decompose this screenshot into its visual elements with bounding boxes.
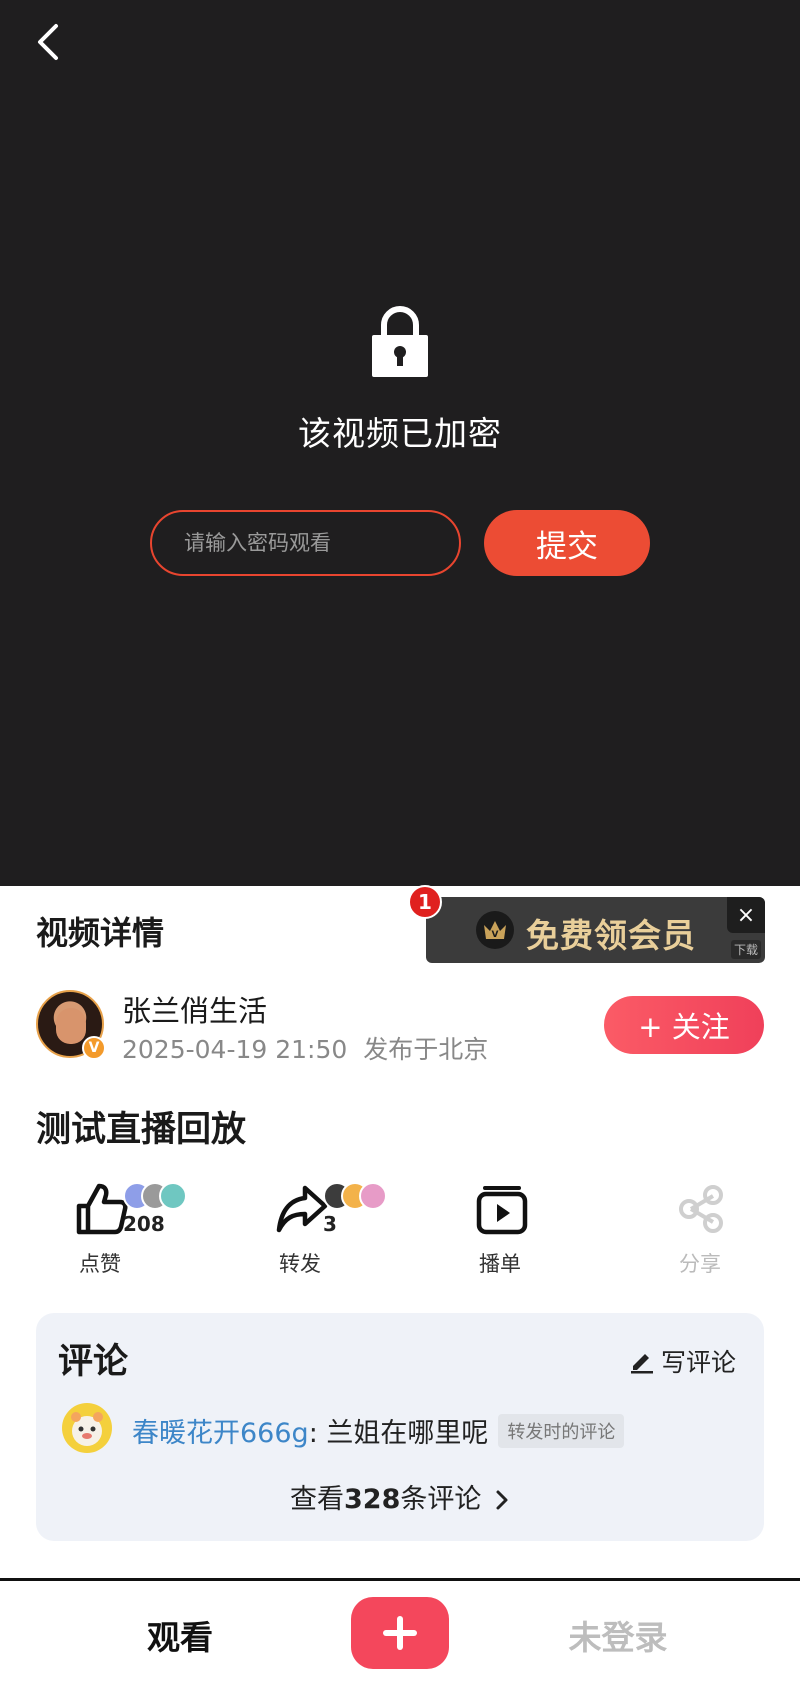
repost-label: 转发 bbox=[279, 1252, 321, 1276]
repost-button[interactable]: 3 转发 bbox=[245, 1182, 387, 1282]
follow-button[interactable]: + 关注 bbox=[604, 996, 764, 1054]
tab-login[interactable]: 未登录 bbox=[556, 1611, 680, 1659]
write-comment-label: 写评论 bbox=[660, 1348, 736, 1377]
share-icon bbox=[679, 1185, 723, 1233]
submit-button[interactable]: 提交 bbox=[484, 510, 650, 576]
bottom-nav: 观看 未登录 bbox=[0, 1578, 800, 1681]
post-meta: 2025-04-19 21:50 发布于北京 bbox=[122, 1030, 488, 1066]
like-label: 点赞 bbox=[79, 1252, 121, 1276]
author-avatar[interactable]: V bbox=[36, 990, 106, 1060]
promo-text: 免费领会员 bbox=[526, 916, 696, 955]
back-button[interactable] bbox=[24, 18, 72, 66]
playlist-label: 播单 bbox=[479, 1252, 521, 1276]
share-label: 分享 bbox=[679, 1252, 721, 1276]
forward-arrow-icon bbox=[276, 1185, 328, 1233]
pen-icon bbox=[630, 1354, 653, 1374]
verified-badge: V bbox=[82, 1036, 106, 1060]
comment-tag: 转发时的评论 bbox=[498, 1414, 625, 1448]
post-timestamp: 2025-04-19 21:50 bbox=[122, 1035, 348, 1064]
comment-item: 春暖花开666g: 兰姐在哪里呢 转发时的评论 bbox=[132, 1411, 625, 1450]
liker-avatars bbox=[123, 1182, 187, 1210]
share-button[interactable]: 分享 bbox=[645, 1182, 755, 1282]
chevron-left-icon bbox=[38, 24, 58, 60]
chevron-right-icon bbox=[496, 1490, 508, 1510]
password-input[interactable] bbox=[150, 510, 461, 576]
video-title: 测试直播回放 bbox=[36, 1110, 247, 1150]
comments-card: 评论 写评论 春暖花开666g: 兰姐在哪里呢 转发时的评论 查看328条评论 bbox=[36, 1313, 764, 1541]
author-name[interactable]: 张兰俏生活 bbox=[122, 988, 267, 1030]
video-player-area: 该视频已加密 提交 bbox=[0, 0, 800, 886]
repost-count: 3 bbox=[323, 1212, 337, 1236]
crown-icon: V bbox=[476, 911, 514, 949]
tab-watch[interactable]: 观看 bbox=[118, 1611, 242, 1659]
create-button[interactable] bbox=[351, 1597, 449, 1669]
locked-message: 该视频已加密 bbox=[298, 414, 502, 453]
section-title: 视频详情 bbox=[36, 914, 165, 952]
close-icon[interactable]: × bbox=[727, 897, 765, 933]
plus-icon bbox=[383, 1616, 417, 1650]
notification-badge: 1 bbox=[408, 885, 442, 919]
lock-icon bbox=[372, 306, 428, 377]
commenter-name[interactable]: 春暖花开666g bbox=[132, 1418, 309, 1449]
like-button[interactable]: 208 点赞 bbox=[45, 1182, 187, 1282]
download-tag: 下载 bbox=[730, 940, 761, 959]
like-count: 208 bbox=[123, 1212, 165, 1236]
svg-text:V: V bbox=[492, 930, 499, 940]
commenter-avatar[interactable] bbox=[62, 1403, 112, 1453]
vip-promo-banner[interactable]: 1 V 免费领会员 × 下载 bbox=[408, 885, 765, 963]
video-detail-panel: 视频详情 1 V 免费领会员 × 下载 V 张兰俏生活 2025-04-19 2… bbox=[0, 885, 800, 1578]
reposter-avatars bbox=[323, 1182, 387, 1210]
view-all-comments-link[interactable]: 查看328条评论 bbox=[36, 1477, 764, 1516]
comment-count: 328 bbox=[344, 1484, 401, 1515]
comments-title: 评论 bbox=[58, 1342, 129, 1382]
comment-text: 兰姐在哪里呢 bbox=[326, 1418, 489, 1449]
write-comment-button[interactable]: 写评论 bbox=[629, 1343, 736, 1379]
post-location: 发布于北京 bbox=[363, 1035, 489, 1064]
playlist-icon bbox=[476, 1186, 528, 1235]
thumbs-up-icon bbox=[76, 1183, 128, 1235]
playlist-button[interactable]: 播单 bbox=[445, 1182, 555, 1282]
